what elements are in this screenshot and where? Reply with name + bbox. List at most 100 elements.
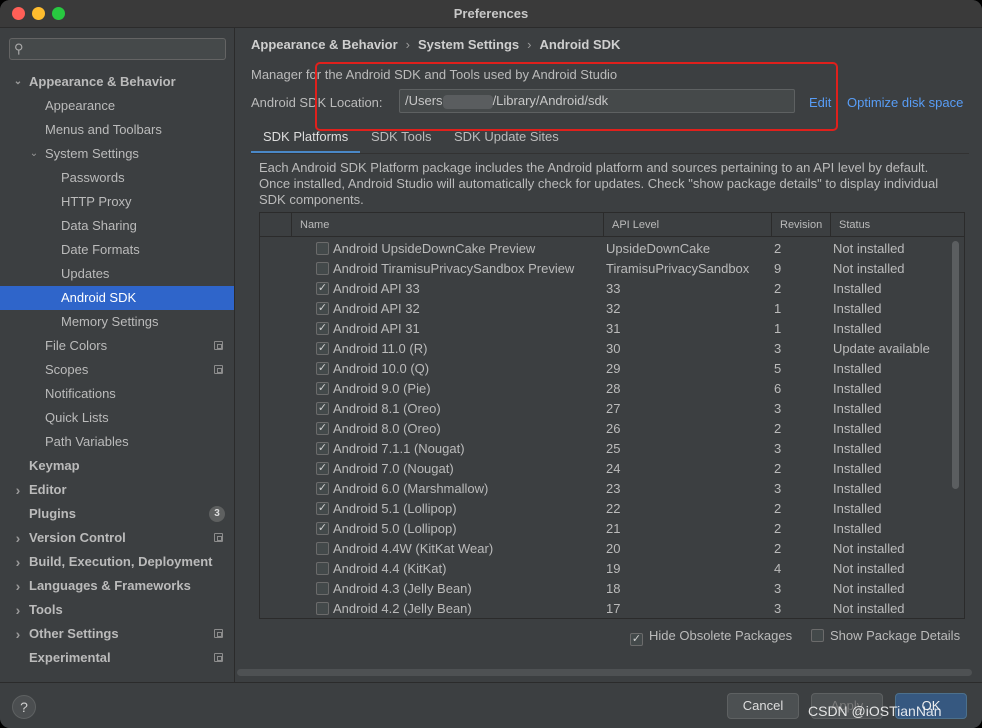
table-row[interactable]: ✓ Android API 31 31 1 Installed (260, 319, 950, 339)
table-row[interactable]: Android 4.4 (KitKat) 19 4 Not installed (260, 559, 950, 579)
column-header-revision[interactable]: Revision (771, 213, 830, 237)
sidebar-item[interactable]: File Colors (0, 334, 234, 358)
sidebar-item[interactable]: Appearance (0, 94, 234, 118)
table-row[interactable]: ✓ Android 11.0 (R) 30 3 Update available (260, 339, 950, 359)
column-header-api-level[interactable]: API Level (603, 213, 771, 237)
cell-api: 19 (606, 561, 621, 576)
sidebar-item[interactable]: Experimental (0, 646, 234, 670)
package-checkbox[interactable] (316, 262, 329, 275)
package-checkbox[interactable]: ✓ (316, 522, 329, 535)
table-row[interactable]: ✓ Android API 33 33 2 Installed (260, 279, 950, 299)
table-row[interactable]: ✓ Android 5.1 (Lollipop) 22 2 Installed (260, 499, 950, 519)
vertical-scrollbar[interactable] (952, 241, 959, 489)
package-checkbox[interactable]: ✓ (316, 502, 329, 515)
table-row[interactable]: ✓ Android 8.1 (Oreo) 27 3 Installed (260, 399, 950, 419)
sidebar-item[interactable]: Path Variables (0, 430, 234, 454)
package-checkbox[interactable]: ✓ (316, 322, 329, 335)
show-details-label: Show Package Details (830, 628, 961, 643)
settings-search-input[interactable]: ⚲ (9, 38, 226, 60)
cell-name: Android 11.0 (R) (333, 341, 428, 356)
package-checkbox[interactable]: ✓ (316, 402, 329, 415)
sidebar-item[interactable]: Plugins 3 (0, 502, 234, 526)
package-checkbox[interactable] (316, 562, 329, 575)
tab-sdk-update-sites[interactable]: SDK Update Sites (442, 124, 571, 154)
optimize-disk-space-link[interactable]: Optimize disk space (847, 95, 963, 110)
sidebar-item[interactable]: › Editor (0, 478, 234, 502)
sidebar-item[interactable]: Data Sharing (0, 214, 234, 238)
tab-sdk-platforms[interactable]: SDK Platforms (251, 124, 361, 154)
cell-api: 26 (606, 421, 621, 436)
sidebar-item[interactable]: Menus and Toolbars (0, 118, 234, 142)
show-details-option[interactable]: Show Package Details (811, 628, 960, 644)
table-row[interactable]: ✓ Android 9.0 (Pie) 28 6 Installed (260, 379, 950, 399)
package-checkbox[interactable]: ✓ (316, 382, 329, 395)
hide-obsolete-checkbox[interactable]: ✓ (630, 633, 643, 646)
chevron-right-icon[interactable]: › (12, 622, 24, 646)
cell-status: Installed (833, 461, 882, 476)
hide-obsolete-option[interactable]: ✓ Hide Obsolete Packages (630, 628, 792, 646)
column-header-status[interactable]: Status (830, 213, 964, 237)
show-details-checkbox[interactable] (811, 629, 824, 642)
table-row[interactable]: Android 4.2 (Jelly Bean) 17 3 Not installed (260, 599, 950, 618)
package-checkbox[interactable]: ✓ (316, 302, 329, 315)
sidebar-item[interactable]: ⌄ System Settings (0, 142, 234, 166)
table-row[interactable]: ✓ Android 6.0 (Marshmallow) 23 3 Installed (260, 479, 950, 499)
package-checkbox[interactable] (316, 242, 329, 255)
sidebar-item[interactable]: Quick Lists (0, 406, 234, 430)
sidebar-item[interactable]: › Version Control (0, 526, 234, 550)
chevron-down-icon[interactable]: ⌄ (28, 142, 40, 166)
package-checkbox[interactable]: ✓ (316, 462, 329, 475)
sidebar-item[interactable]: Android SDK (0, 286, 234, 310)
chevron-right-icon[interactable]: › (12, 574, 24, 598)
sidebar-item[interactable]: Scopes (0, 358, 234, 382)
package-checkbox[interactable]: ✓ (316, 442, 329, 455)
chevron-right-icon[interactable]: › (12, 550, 24, 574)
package-checkbox[interactable]: ✓ (316, 422, 329, 435)
cell-rev: 2 (774, 521, 782, 536)
package-checkbox[interactable]: ✓ (316, 362, 329, 375)
column-header-name[interactable]: Name (291, 213, 603, 237)
sidebar-item[interactable]: › Build, Execution, Deployment (0, 550, 234, 574)
tab-sdk-tools[interactable]: SDK Tools (359, 124, 443, 154)
sidebar-item[interactable]: › Languages & Frameworks (0, 574, 234, 598)
table-row[interactable]: ✓ Android 8.0 (Oreo) 26 2 Installed (260, 419, 950, 439)
table-row[interactable]: Android TiramisuPrivacySandbox Preview Ti… (260, 259, 950, 279)
sidebar-item[interactable]: › Other Settings (0, 622, 234, 646)
sidebar-item[interactable]: Updates (0, 262, 234, 286)
table-row[interactable]: ✓ Android 7.0 (Nougat) 24 2 Installed (260, 459, 950, 479)
table-row[interactable]: Android UpsideDownCake Preview UpsideDown… (260, 239, 950, 259)
sidebar-item-label: Passwords (61, 170, 125, 185)
table-row[interactable]: Android 4.3 (Jelly Bean) 18 3 Not installed (260, 579, 950, 599)
horizontal-scrollbar[interactable] (237, 669, 972, 676)
sidebar-item[interactable]: ⌄ Appearance & Behavior (0, 70, 234, 94)
chevron-right-icon[interactable]: › (12, 598, 24, 622)
table-row[interactable]: ✓ Android 5.0 (Lollipop) 21 2 Installed (260, 519, 950, 539)
table-row[interactable]: ✓ Android 10.0 (Q) 29 5 Installed (260, 359, 950, 379)
chevron-down-icon[interactable]: ⌄ (12, 70, 24, 94)
cancel-button[interactable]: Cancel (727, 693, 799, 719)
sidebar-item[interactable]: HTTP Proxy (0, 190, 234, 214)
table-row[interactable]: Android 4.4W (KitKat Wear) 20 2 Not install… (260, 539, 950, 559)
sidebar-item[interactable]: Keymap (0, 454, 234, 478)
package-checkbox[interactable] (316, 542, 329, 555)
cell-api: 20 (606, 541, 621, 556)
sidebar-item[interactable]: Memory Settings (0, 310, 234, 334)
cell-name: Android 7.1.1 (Nougat) (333, 441, 465, 456)
table-row[interactable]: ✓ Android API 32 32 1 Installed (260, 299, 950, 319)
help-button[interactable]: ? (12, 695, 36, 719)
table-row[interactable]: ✓ Android 7.1.1 (Nougat) 25 3 Installed (260, 439, 950, 459)
watermark-text: CSDN @iOSTianNan (808, 703, 942, 719)
package-checkbox[interactable]: ✓ (316, 282, 329, 295)
sidebar-item[interactable]: › Tools (0, 598, 234, 622)
sdk-platforms-table: Name API Level Revision Status Android U… (259, 212, 965, 619)
package-checkbox[interactable] (316, 582, 329, 595)
sidebar-item[interactable]: Date Formats (0, 238, 234, 262)
chevron-right-icon[interactable]: › (12, 526, 24, 550)
sidebar-item[interactable]: Notifications (0, 382, 234, 406)
package-checkbox[interactable]: ✓ (316, 342, 329, 355)
chevron-right-icon[interactable]: › (12, 478, 24, 502)
sidebar-item[interactable]: Passwords (0, 166, 234, 190)
cell-api: 27 (606, 401, 621, 416)
package-checkbox[interactable]: ✓ (316, 482, 329, 495)
package-checkbox[interactable] (316, 602, 329, 615)
